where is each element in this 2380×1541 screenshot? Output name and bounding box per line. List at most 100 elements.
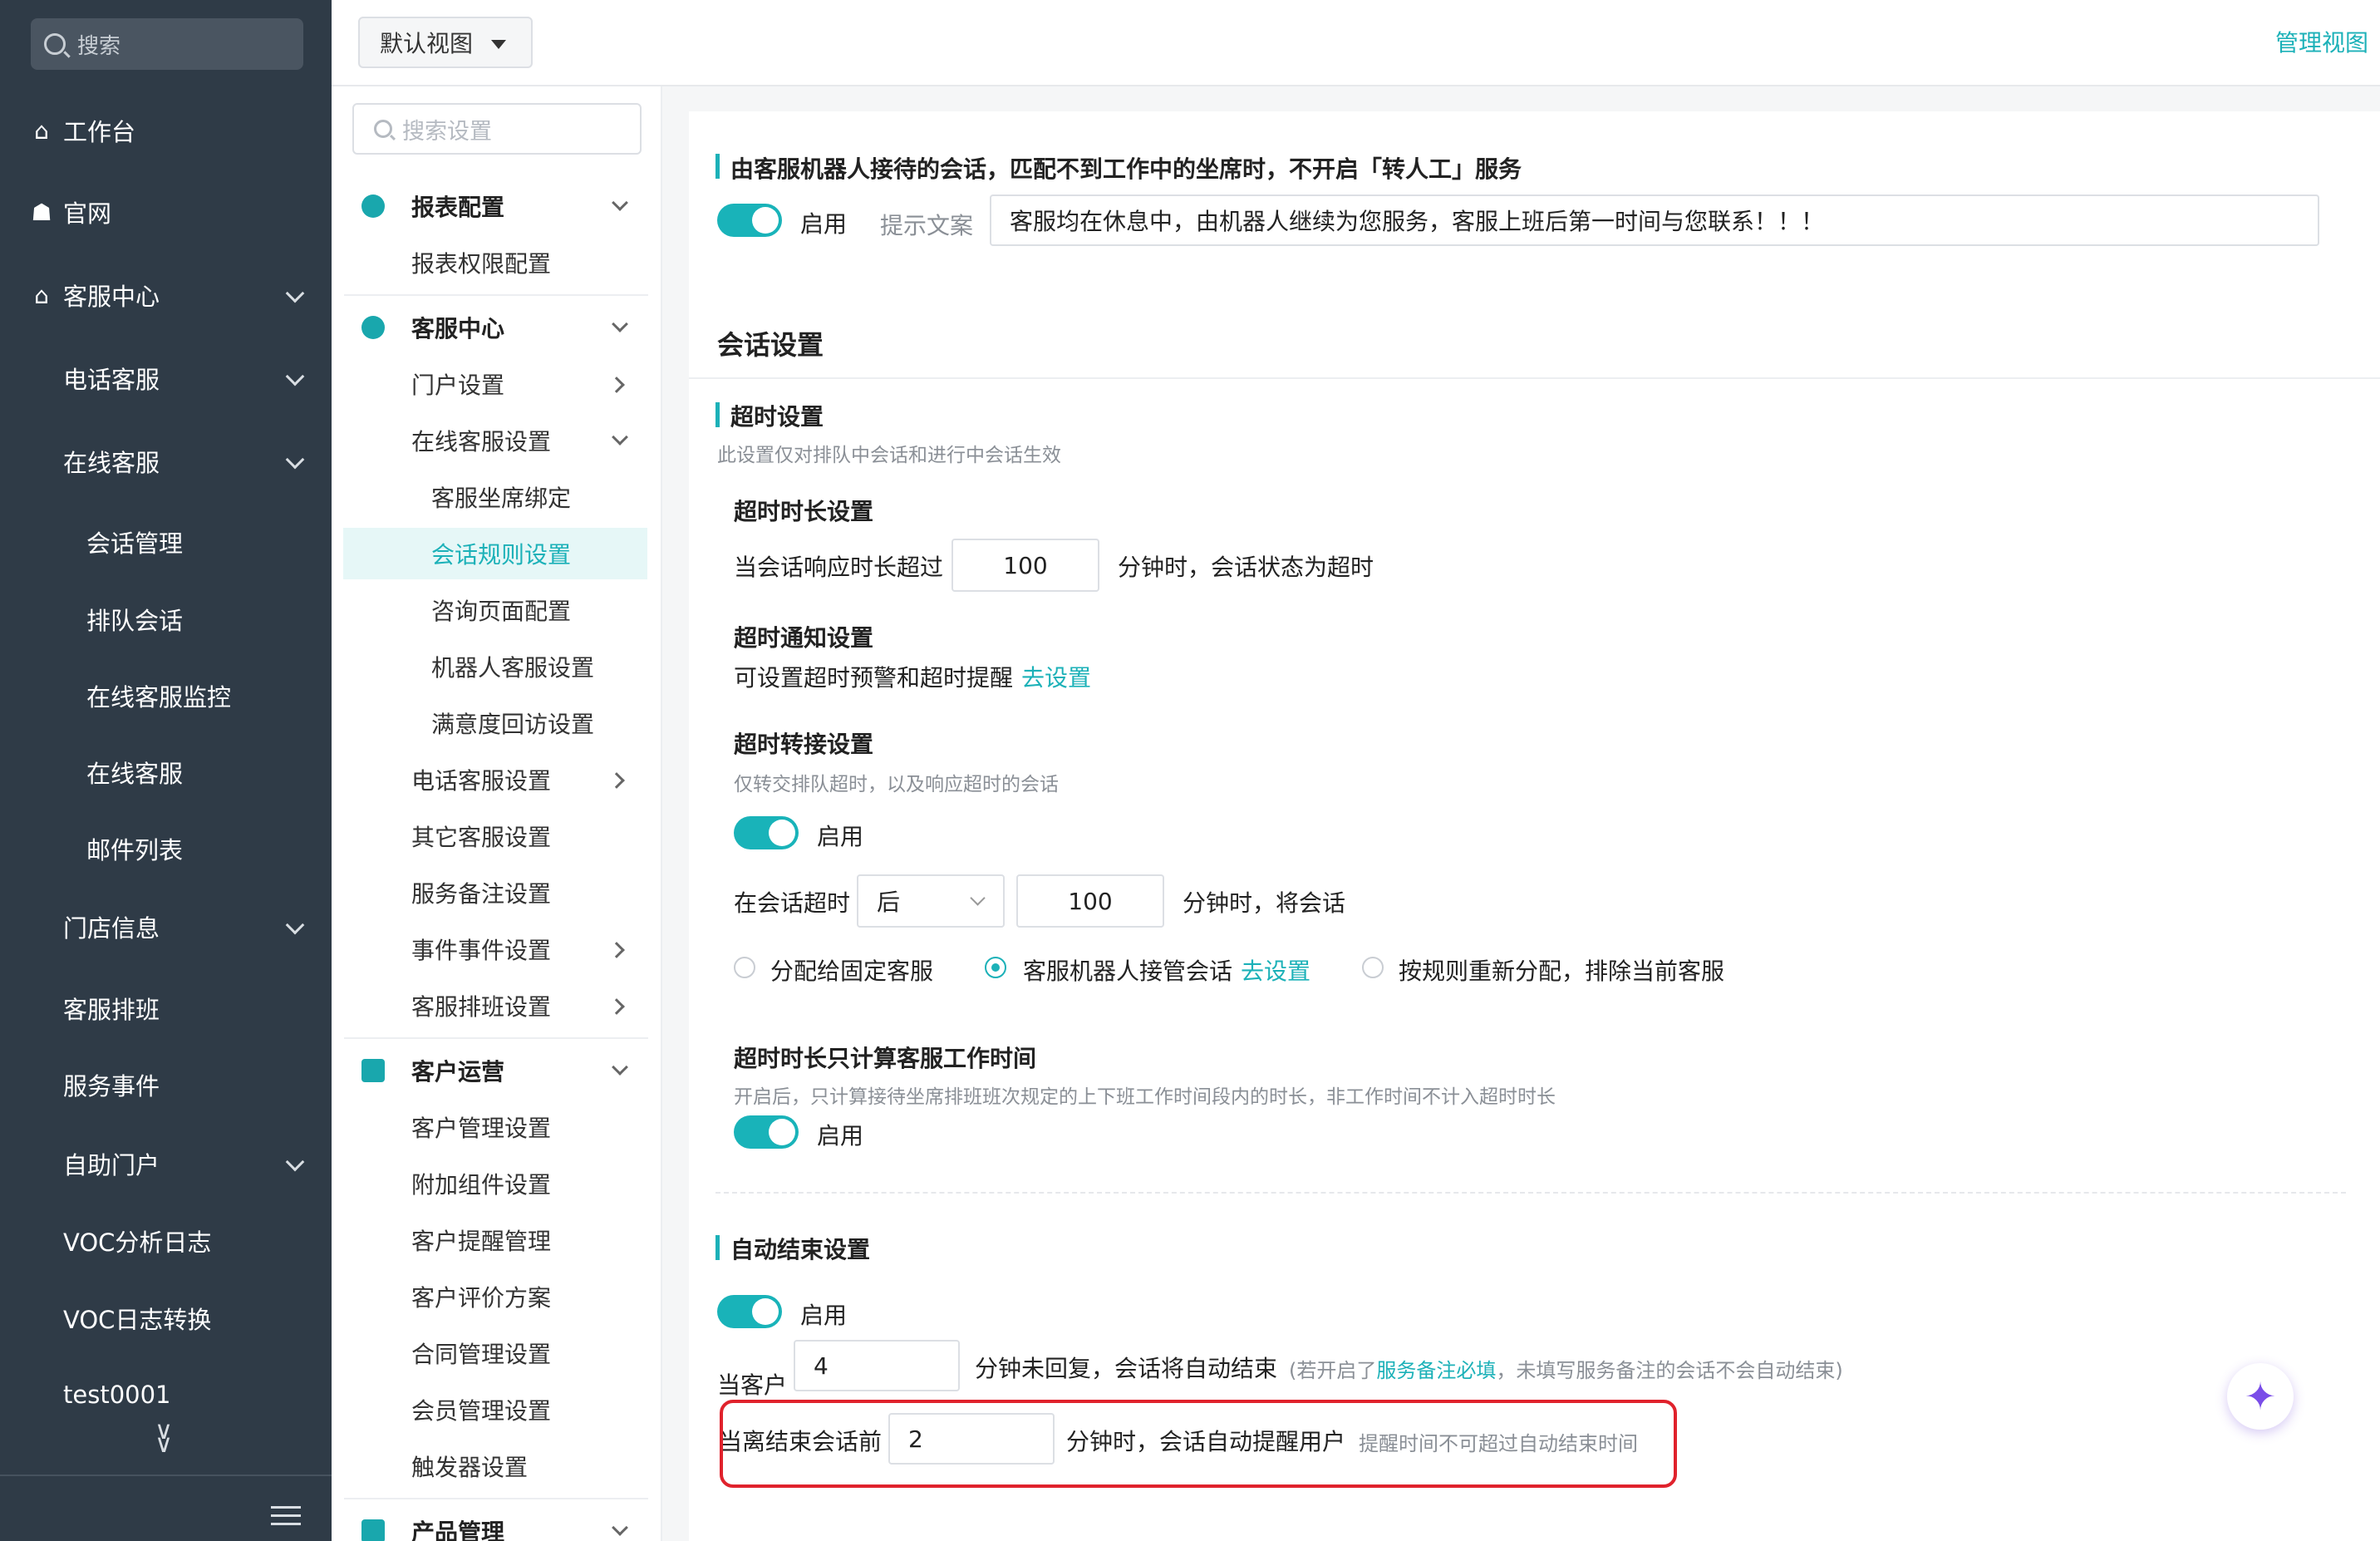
settings-group-products[interactable]: 产品管理 [332, 1505, 661, 1541]
notify-settings-link[interactable]: 去设置 [1021, 660, 1091, 693]
manage-view-link[interactable]: 管理视图 [2275, 25, 2368, 58]
sidebar-item-phone-service[interactable]: 电话客服 [0, 353, 332, 403]
transfer-enable-toggle[interactable] [734, 816, 799, 849]
radio-reassign[interactable] [1362, 957, 1384, 978]
settings-item-other-service[interactable]: 其它客服设置 [332, 810, 661, 862]
sidebar-item-online-monitor[interactable]: 在线客服监控 [0, 671, 332, 721]
settings-separator [344, 294, 648, 296]
sidebar-item-label: 邮件列表 [86, 836, 184, 864]
service-notes-required-link[interactable]: 服务备注必填 [1376, 1359, 1496, 1382]
session-title-divider [689, 377, 2380, 379]
settings-group-service-center[interactable]: 客服中心 [332, 302, 661, 353]
duration-suffix: 分钟时，会话状态为超时 [1118, 554, 1374, 581]
notify-title: 超时通知设置 [734, 624, 874, 652]
settings-item-triggers[interactable]: 触发器设置 [332, 1440, 661, 1492]
robot-enable-toggle[interactable] [717, 204, 782, 237]
sidebar-item-service-events[interactable]: 服务事件 [0, 1060, 332, 1110]
transfer-desc: 仅转交排队超时，以及响应超时的会话 [734, 774, 1059, 795]
settings-item-events[interactable]: 事件事件设置 [332, 923, 661, 975]
sidebar-item-label: VOC日志转换 [63, 1306, 212, 1334]
settings-item-customer-management[interactable]: 客户管理设置 [332, 1101, 661, 1153]
settings-separator [344, 1037, 648, 1039]
worktime-desc: 开启后，只计算接待坐席排班班次规定的上下班工作时间段内的时长，非工作时间不计入超… [734, 1086, 1556, 1108]
chevron-down-icon [612, 1059, 628, 1076]
worktime-title: 超时时长只计算客服工作时间 [734, 1045, 1037, 1072]
transfer-minutes-input[interactable]: 100 [1016, 874, 1164, 928]
sidebar-item-label: 自助门户 [63, 1151, 160, 1179]
settings-item-seat-binding[interactable]: 客服坐席绑定 [332, 471, 661, 523]
sidebar-item-store-info[interactable]: 门店信息 [0, 902, 332, 952]
radio-fixed-agent-label: 分配给固定客服 [770, 958, 934, 985]
transfer-timing-value: 后 [877, 889, 901, 916]
settings-item-label: 事件事件设置 [411, 937, 552, 964]
caret-down-icon [491, 40, 506, 49]
collapse-menu-icon[interactable] [271, 1506, 301, 1529]
transfer-timing-select[interactable]: 后 [857, 874, 1005, 928]
settings-item-label: 咨询页面配置 [431, 598, 572, 625]
section-marker [715, 402, 720, 427]
sidebar-divider [0, 1475, 332, 1476]
sidebar-item-session-management[interactable]: 会话管理 [0, 517, 332, 567]
sidebar-item-scheduling[interactable]: 客服排班 [0, 983, 332, 1033]
sidebar-item-website[interactable]: ☗ 官网 [0, 187, 332, 237]
sidebar-item-label: 电话客服 [63, 366, 160, 394]
sidebar-item-label: 在线客服 [86, 760, 184, 788]
chevron-down-icon [612, 429, 628, 446]
chevron-double-down-icon[interactable]: ∨ ∨ [155, 1419, 173, 1457]
sidebar-item-label: 服务事件 [63, 1072, 160, 1100]
radio-fixed-agent[interactable] [734, 957, 755, 978]
settings-item-members[interactable]: 会员管理设置 [332, 1384, 661, 1435]
settings-item-online-service[interactable]: 在线客服设置 [332, 415, 661, 466]
settings-item-consult-page[interactable]: 咨询页面配置 [332, 584, 661, 636]
settings-item-robot[interactable]: 机器人客服设置 [332, 641, 661, 692]
sidebar-item-label: 会话管理 [86, 529, 184, 558]
transfer-enable-label: 启用 [817, 823, 864, 850]
chevron-down-icon [285, 915, 305, 935]
sidebar-item-mail-list[interactable]: 邮件列表 [0, 824, 332, 874]
settings-item-satisfaction[interactable]: 满意度回访设置 [332, 697, 661, 749]
highlight-box [720, 1400, 1677, 1488]
chevron-down-icon [285, 450, 305, 470]
settings-search-input[interactable]: 搜索设置 [352, 103, 642, 155]
sidebar-item-service-center[interactable]: ⌂ 客服中心 [0, 270, 332, 320]
chevron-down-icon [285, 1152, 305, 1172]
radio-robot-takeover[interactable] [985, 957, 1006, 978]
end-minutes-input[interactable]: 4 [794, 1340, 960, 1391]
chevron-down-icon [285, 283, 305, 303]
sidebar-item-test0001[interactable]: test0001 [0, 1370, 332, 1420]
sidebar-item-self-service-portal[interactable]: 自助门户 [0, 1139, 332, 1189]
settings-item-session-rules[interactable]: 会话规则设置 [343, 528, 647, 579]
settings-item-customer-evaluation[interactable]: 客户评价方案 [332, 1271, 661, 1322]
ai-assistant-sparkle-icon[interactable]: ✦ [2227, 1363, 2294, 1430]
hint-text-value: 客服均在休息中，由机器人继续为您服务，客服上班后第一时间与您联系！！！ [1010, 208, 1825, 235]
robot-settings-link[interactable]: 去设置 [1241, 953, 1310, 987]
sidebar-item-voc-convert[interactable]: VOC日志转换 [0, 1293, 332, 1343]
settings-item-addons[interactable]: 附加组件设置 [332, 1158, 661, 1209]
sidebar-item-queue[interactable]: 排队会话 [0, 594, 332, 644]
sidebar-item-label: test0001 [63, 1381, 171, 1409]
settings-group-report[interactable]: 报表配置 [332, 180, 661, 232]
auto-end-enable-toggle[interactable] [717, 1295, 782, 1328]
settings-item-service-notes[interactable]: 服务备注设置 [332, 867, 661, 918]
sidebar-item-online-agent[interactable]: 在线客服 [0, 747, 332, 797]
settings-group-customer-ops[interactable]: 客户运营 [332, 1045, 661, 1096]
worktime-enable-toggle[interactable] [734, 1115, 799, 1149]
settings-item-contracts[interactable]: 合同管理设置 [332, 1327, 661, 1379]
settings-item-label: 服务备注设置 [411, 880, 552, 908]
settings-item-label: 会话规则设置 [431, 541, 572, 569]
contact-card-icon [361, 1059, 385, 1082]
settings-item-phone-service[interactable]: 电话客服设置 [332, 754, 661, 805]
section-marker [715, 1235, 720, 1260]
sidebar-item-online-service[interactable]: 在线客服 [0, 436, 332, 486]
settings-item-customer-reminder[interactable]: 客户提醒管理 [332, 1214, 661, 1266]
hint-text-input[interactable]: 客服均在休息中，由机器人继续为您服务，客服上班后第一时间与您联系！！！ [990, 194, 2319, 246]
settings-item-scheduling[interactable]: 客服排班设置 [332, 980, 661, 1031]
sidebar-item-workbench[interactable]: ⌂ 工作台 [0, 106, 332, 155]
settings-item-portal[interactable]: 门户设置 [332, 358, 661, 410]
view-select[interactable]: 默认视图 [358, 17, 533, 68]
duration-input[interactable]: 100 [952, 539, 1099, 592]
settings-item-report-permission[interactable]: 报表权限配置 [332, 237, 661, 288]
chevron-down-icon [612, 194, 628, 211]
sidebar-search[interactable]: 搜索 [31, 18, 303, 70]
sidebar-item-voc-log[interactable]: VOC分析日志 [0, 1216, 332, 1266]
